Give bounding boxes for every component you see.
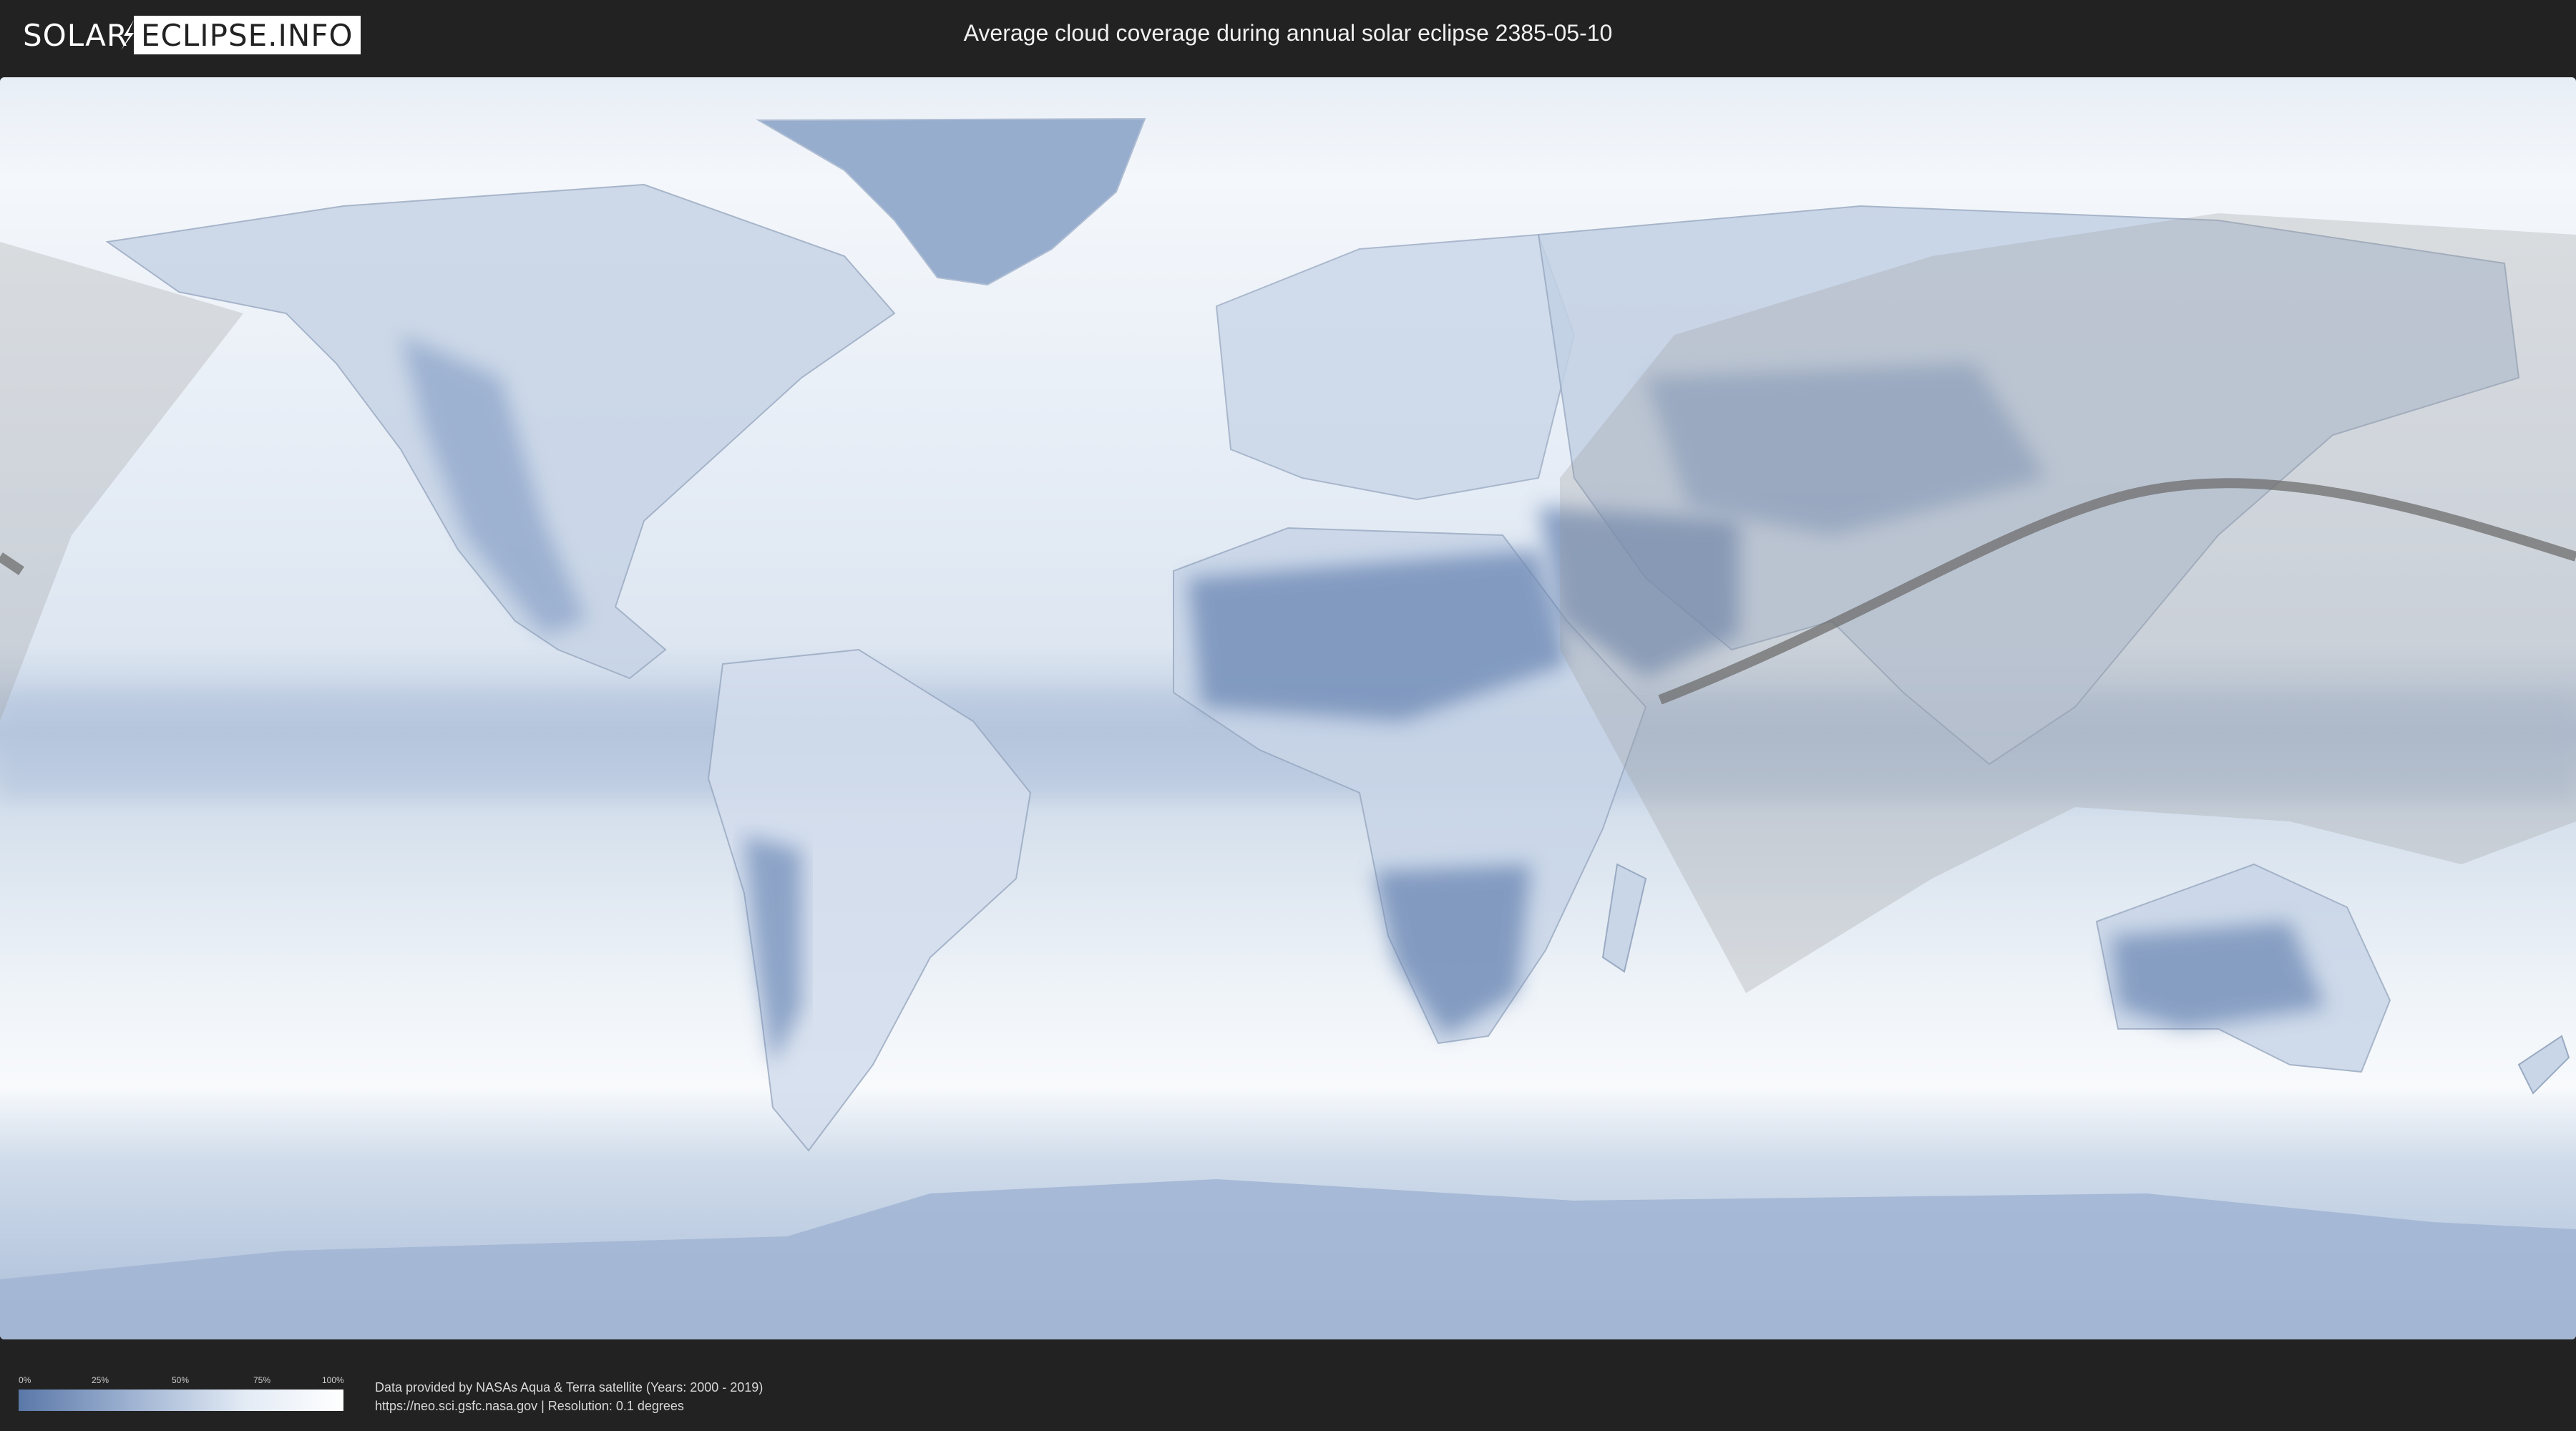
data-credits: Data provided by NASAs Aqua & Terra sate…: [375, 1378, 763, 1415]
page-title: Average cloud coverage during annual sol…: [963, 20, 1613, 46]
legend-tick-50: 50%: [172, 1375, 190, 1385]
legend-tick-25: 25%: [92, 1375, 109, 1385]
legend-tick-0: 0%: [19, 1375, 31, 1385]
cloud-coverage-map[interactable]: [0, 77, 2576, 1339]
map-canvas: [0, 77, 2576, 1339]
legend-ticks: 0% 25% 50% 75% 100%: [19, 1375, 344, 1390]
legend-tick-100: 100%: [322, 1375, 344, 1385]
credits-line-2: https://neo.sci.gsfc.nasa.gov | Resoluti…: [375, 1399, 684, 1413]
legend-tick-75: 75%: [253, 1375, 271, 1385]
header-bar: SOLAR ECLIPSE.INFO Average cloud coverag…: [0, 0, 2576, 72]
credits-line-1: Data provided by NASAs Aqua & Terra sate…: [375, 1380, 763, 1395]
legend-color-bar: [19, 1390, 343, 1411]
cloud-coverage-legend: 0% 25% 50% 75% 100%: [19, 1375, 344, 1411]
